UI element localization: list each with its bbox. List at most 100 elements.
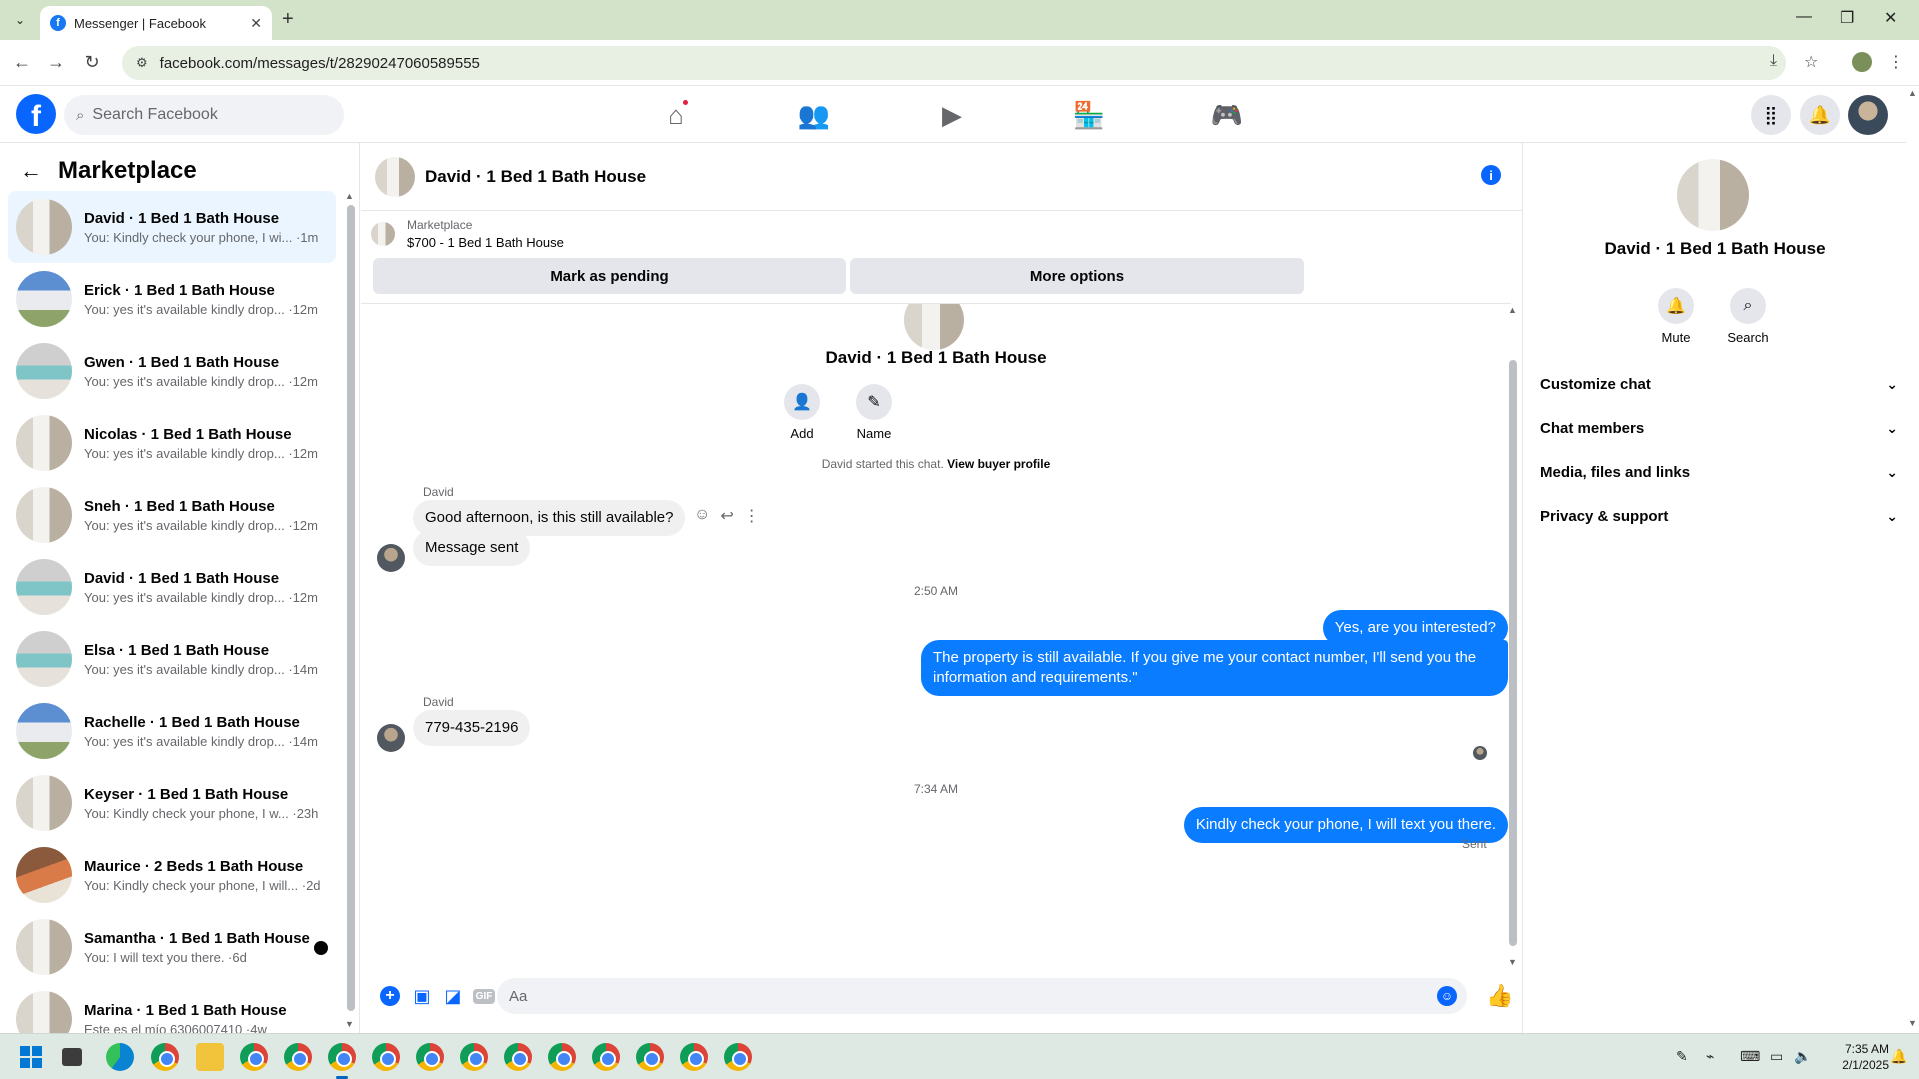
message-input-box[interactable]: ☺: [497, 978, 1467, 1014]
conversation-row[interactable]: Nicolas · 1 Bed 1 Bath House You: yes it'…: [8, 407, 336, 479]
sticker-icon[interactable]: ◪: [442, 985, 464, 1007]
site-info-icon[interactable]: ⚙: [136, 55, 148, 71]
scroll-up-icon[interactable]: ▲: [1508, 305, 1517, 315]
chat-scrollbar[interactable]: ▲ ▼: [1506, 305, 1520, 967]
friends-icon[interactable]: 👥: [796, 100, 832, 130]
tab-list-icon[interactable]: ⌄: [8, 8, 32, 32]
conversation-row[interactable]: Samantha · 1 Bed 1 Bath House You: I will…: [8, 911, 336, 983]
browser-menu-icon[interactable]: ⋮: [1888, 52, 1904, 72]
info-avatar[interactable]: [1677, 159, 1749, 231]
chat-header-name[interactable]: David · 1 Bed 1 Bath House: [425, 167, 646, 187]
scroll-up-icon[interactable]: ▲: [345, 191, 354, 201]
back-arrow-icon[interactable]: ←: [20, 158, 42, 184]
sender-avatar[interactable]: [377, 724, 405, 752]
chrome-icon[interactable]: [724, 1043, 752, 1071]
chat-scroll-thumb[interactable]: [1509, 360, 1517, 946]
mark-as-pending-button[interactable]: Mark as pending: [373, 258, 846, 294]
chrome-icon[interactable]: [460, 1043, 488, 1071]
page-scrollbar[interactable]: ▲ ▼: [1906, 86, 1919, 1033]
incoming-message[interactable]: Message sent: [413, 530, 531, 566]
home-icon[interactable]: ⌂: [658, 98, 694, 130]
search-conversation-button[interactable]: ⌕ Search: [1718, 288, 1778, 345]
restore-icon[interactable]: ❐: [1840, 8, 1854, 28]
view-buyer-profile-link[interactable]: View buyer profile: [947, 457, 1050, 471]
close-window-icon[interactable]: ✕: [1884, 8, 1897, 28]
conversation-row[interactable]: Marina · 1 Bed 1 Bath House Este es el mí…: [8, 983, 336, 1033]
conversation-row[interactable]: Elsa · 1 Bed 1 Bath House You: yes it's a…: [8, 623, 336, 695]
edit-name-button[interactable]: ✎ Name: [844, 384, 904, 441]
conversation-row[interactable]: David · 1 Bed 1 Bath House You: Kindly ch…: [8, 191, 336, 263]
install-app-icon[interactable]: ⤓: [1770, 52, 1777, 70]
scroll-down-icon[interactable]: ▼: [1508, 957, 1517, 967]
facebook-logo-icon[interactable]: f: [16, 94, 56, 134]
sidebar-scrollbar[interactable]: ▲ ▼: [345, 191, 357, 1031]
more-icon[interactable]: ⋮: [744, 506, 760, 526]
omnibox[interactable]: ⚙ facebook.com/messages/t/28290247060589…: [122, 46, 1786, 80]
chrome-icon[interactable]: [284, 1043, 312, 1071]
section-privacy-support[interactable]: Privacy & support ⌄: [1540, 498, 1898, 534]
marketplace-icon[interactable]: 🏪: [1071, 100, 1107, 130]
system-clock[interactable]: 7:35 AM 2/1/2025: [1842, 1041, 1889, 1073]
conversation-row[interactable]: Keyser · 1 Bed 1 Bath House You: Kindly c…: [8, 767, 336, 839]
outgoing-message[interactable]: Kindly check your phone, I will text you…: [1183, 807, 1508, 843]
section-customize-chat[interactable]: Customize chat ⌄: [1540, 366, 1898, 402]
chrome-icon[interactable]: [240, 1043, 268, 1071]
browser-tab[interactable]: f Messenger | Facebook ✕: [40, 6, 272, 40]
scroll-down-icon[interactable]: ▼: [345, 1019, 354, 1029]
conversation-row[interactable]: Sneh · 1 Bed 1 Bath House You: yes it's a…: [8, 479, 336, 551]
chrome-icon[interactable]: [636, 1043, 664, 1071]
notification-center-icon[interactable]: 🔔: [1890, 1048, 1907, 1065]
chrome-icon[interactable]: [328, 1043, 356, 1079]
section-chat-members[interactable]: Chat members ⌄: [1540, 410, 1898, 446]
video-icon[interactable]: ▶: [934, 100, 970, 130]
chrome-icon[interactable]: [151, 1043, 179, 1071]
new-tab-icon[interactable]: +: [282, 8, 294, 31]
sender-avatar[interactable]: [377, 544, 405, 572]
chat-header-avatar[interactable]: [375, 156, 415, 197]
chrome-icon[interactable]: [372, 1043, 400, 1071]
facebook-search[interactable]: ⌕: [64, 95, 344, 135]
tab-close-icon[interactable]: ✕: [250, 15, 262, 32]
profile-icon[interactable]: [1852, 52, 1872, 72]
volume-icon[interactable]: 🔈: [1794, 1048, 1811, 1065]
keyboard-icon[interactable]: ⌨: [1740, 1048, 1760, 1065]
like-thumb-icon[interactable]: 👍: [1486, 983, 1513, 1008]
message-input[interactable]: [509, 987, 1409, 1005]
conversation-row[interactable]: Erick · 1 Bed 1 Bath House You: yes it's …: [8, 263, 336, 335]
notifications-bell-icon[interactable]: 🔔: [1800, 95, 1840, 135]
chrome-icon[interactable]: [592, 1043, 620, 1071]
outgoing-message[interactable]: The property is still available. If you …: [921, 640, 1508, 696]
facebook-search-input[interactable]: [92, 106, 313, 124]
add-people-button[interactable]: 👤 Add: [772, 384, 832, 441]
network-icon[interactable]: ⌁: [1706, 1048, 1714, 1065]
plus-icon[interactable]: +: [379, 985, 401, 1007]
chrome-icon[interactable]: [416, 1043, 444, 1071]
windows-start-icon[interactable]: [20, 1046, 42, 1068]
task-view-icon[interactable]: [62, 1048, 82, 1066]
more-options-button[interactable]: More options: [850, 258, 1304, 294]
url-text[interactable]: facebook.com/messages/t/2829024706058955…: [160, 55, 480, 72]
conversation-row[interactable]: Maurice · 2 Beds 1 Bath House You: Kindly…: [8, 839, 336, 911]
react-icon[interactable]: ☺: [694, 506, 710, 526]
display-icon[interactable]: ▭: [1770, 1048, 1783, 1065]
photo-icon[interactable]: ▣: [411, 985, 433, 1007]
emoji-icon[interactable]: ☺: [1437, 986, 1457, 1006]
chrome-icon[interactable]: [504, 1043, 532, 1071]
mute-button[interactable]: 🔔 Mute: [1646, 288, 1706, 345]
marketplace-listing-info[interactable]: Marketplace $700 - 1 Bed 1 Bath House: [371, 218, 564, 250]
minimize-icon[interactable]: —: [1796, 8, 1812, 26]
chrome-icon[interactable]: [548, 1043, 576, 1071]
gaming-icon[interactable]: 🎮: [1209, 100, 1245, 130]
conversation-row[interactable]: Rachelle · 1 Bed 1 Bath House You: yes it…: [8, 695, 336, 767]
incoming-message[interactable]: 779-435-2196: [413, 710, 531, 746]
reload-icon[interactable]: ↻: [80, 52, 104, 73]
scroll-down-icon[interactable]: ▼: [1908, 1018, 1917, 1028]
account-avatar[interactable]: [1848, 95, 1888, 135]
chrome-icon[interactable]: [680, 1043, 708, 1071]
edge-browser-icon[interactable]: [106, 1043, 134, 1071]
gif-icon[interactable]: GIF: [472, 985, 496, 1007]
sidebar-scroll-thumb[interactable]: [347, 205, 355, 1011]
file-explorer-icon[interactable]: [196, 1043, 224, 1071]
reply-icon[interactable]: ↩: [720, 506, 733, 526]
conversation-row[interactable]: David · 1 Bed 1 Bath House You: yes it's …: [8, 551, 336, 623]
